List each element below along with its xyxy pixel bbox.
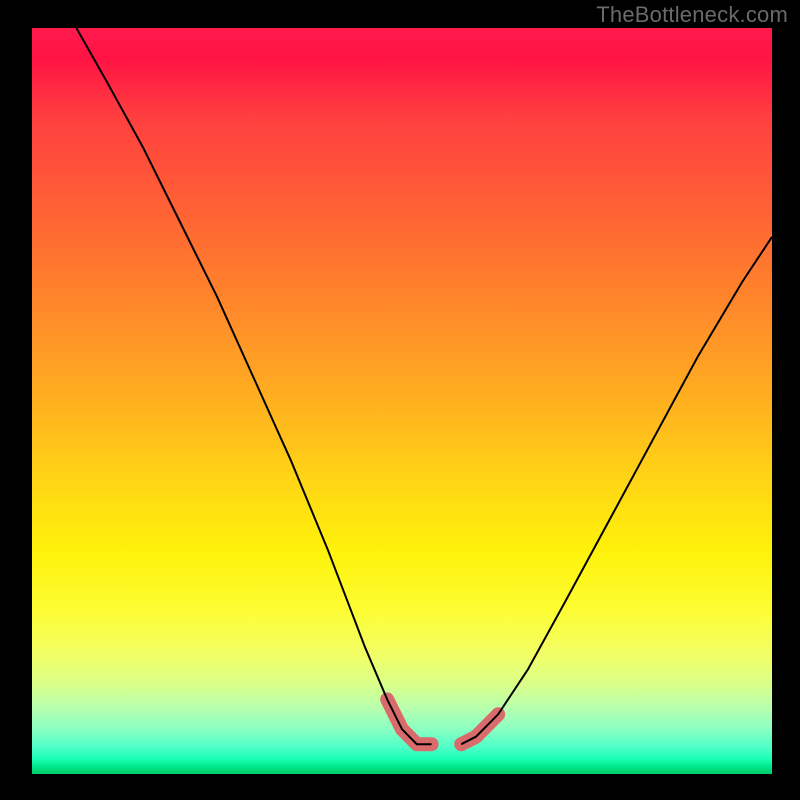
- plot-area: [32, 28, 772, 774]
- chart-svg: [32, 28, 772, 774]
- chart-frame: TheBottleneck.com: [0, 0, 800, 800]
- left-curve: [76, 28, 431, 744]
- right-curve: [461, 237, 772, 744]
- watermark-text: TheBottleneck.com: [596, 2, 788, 28]
